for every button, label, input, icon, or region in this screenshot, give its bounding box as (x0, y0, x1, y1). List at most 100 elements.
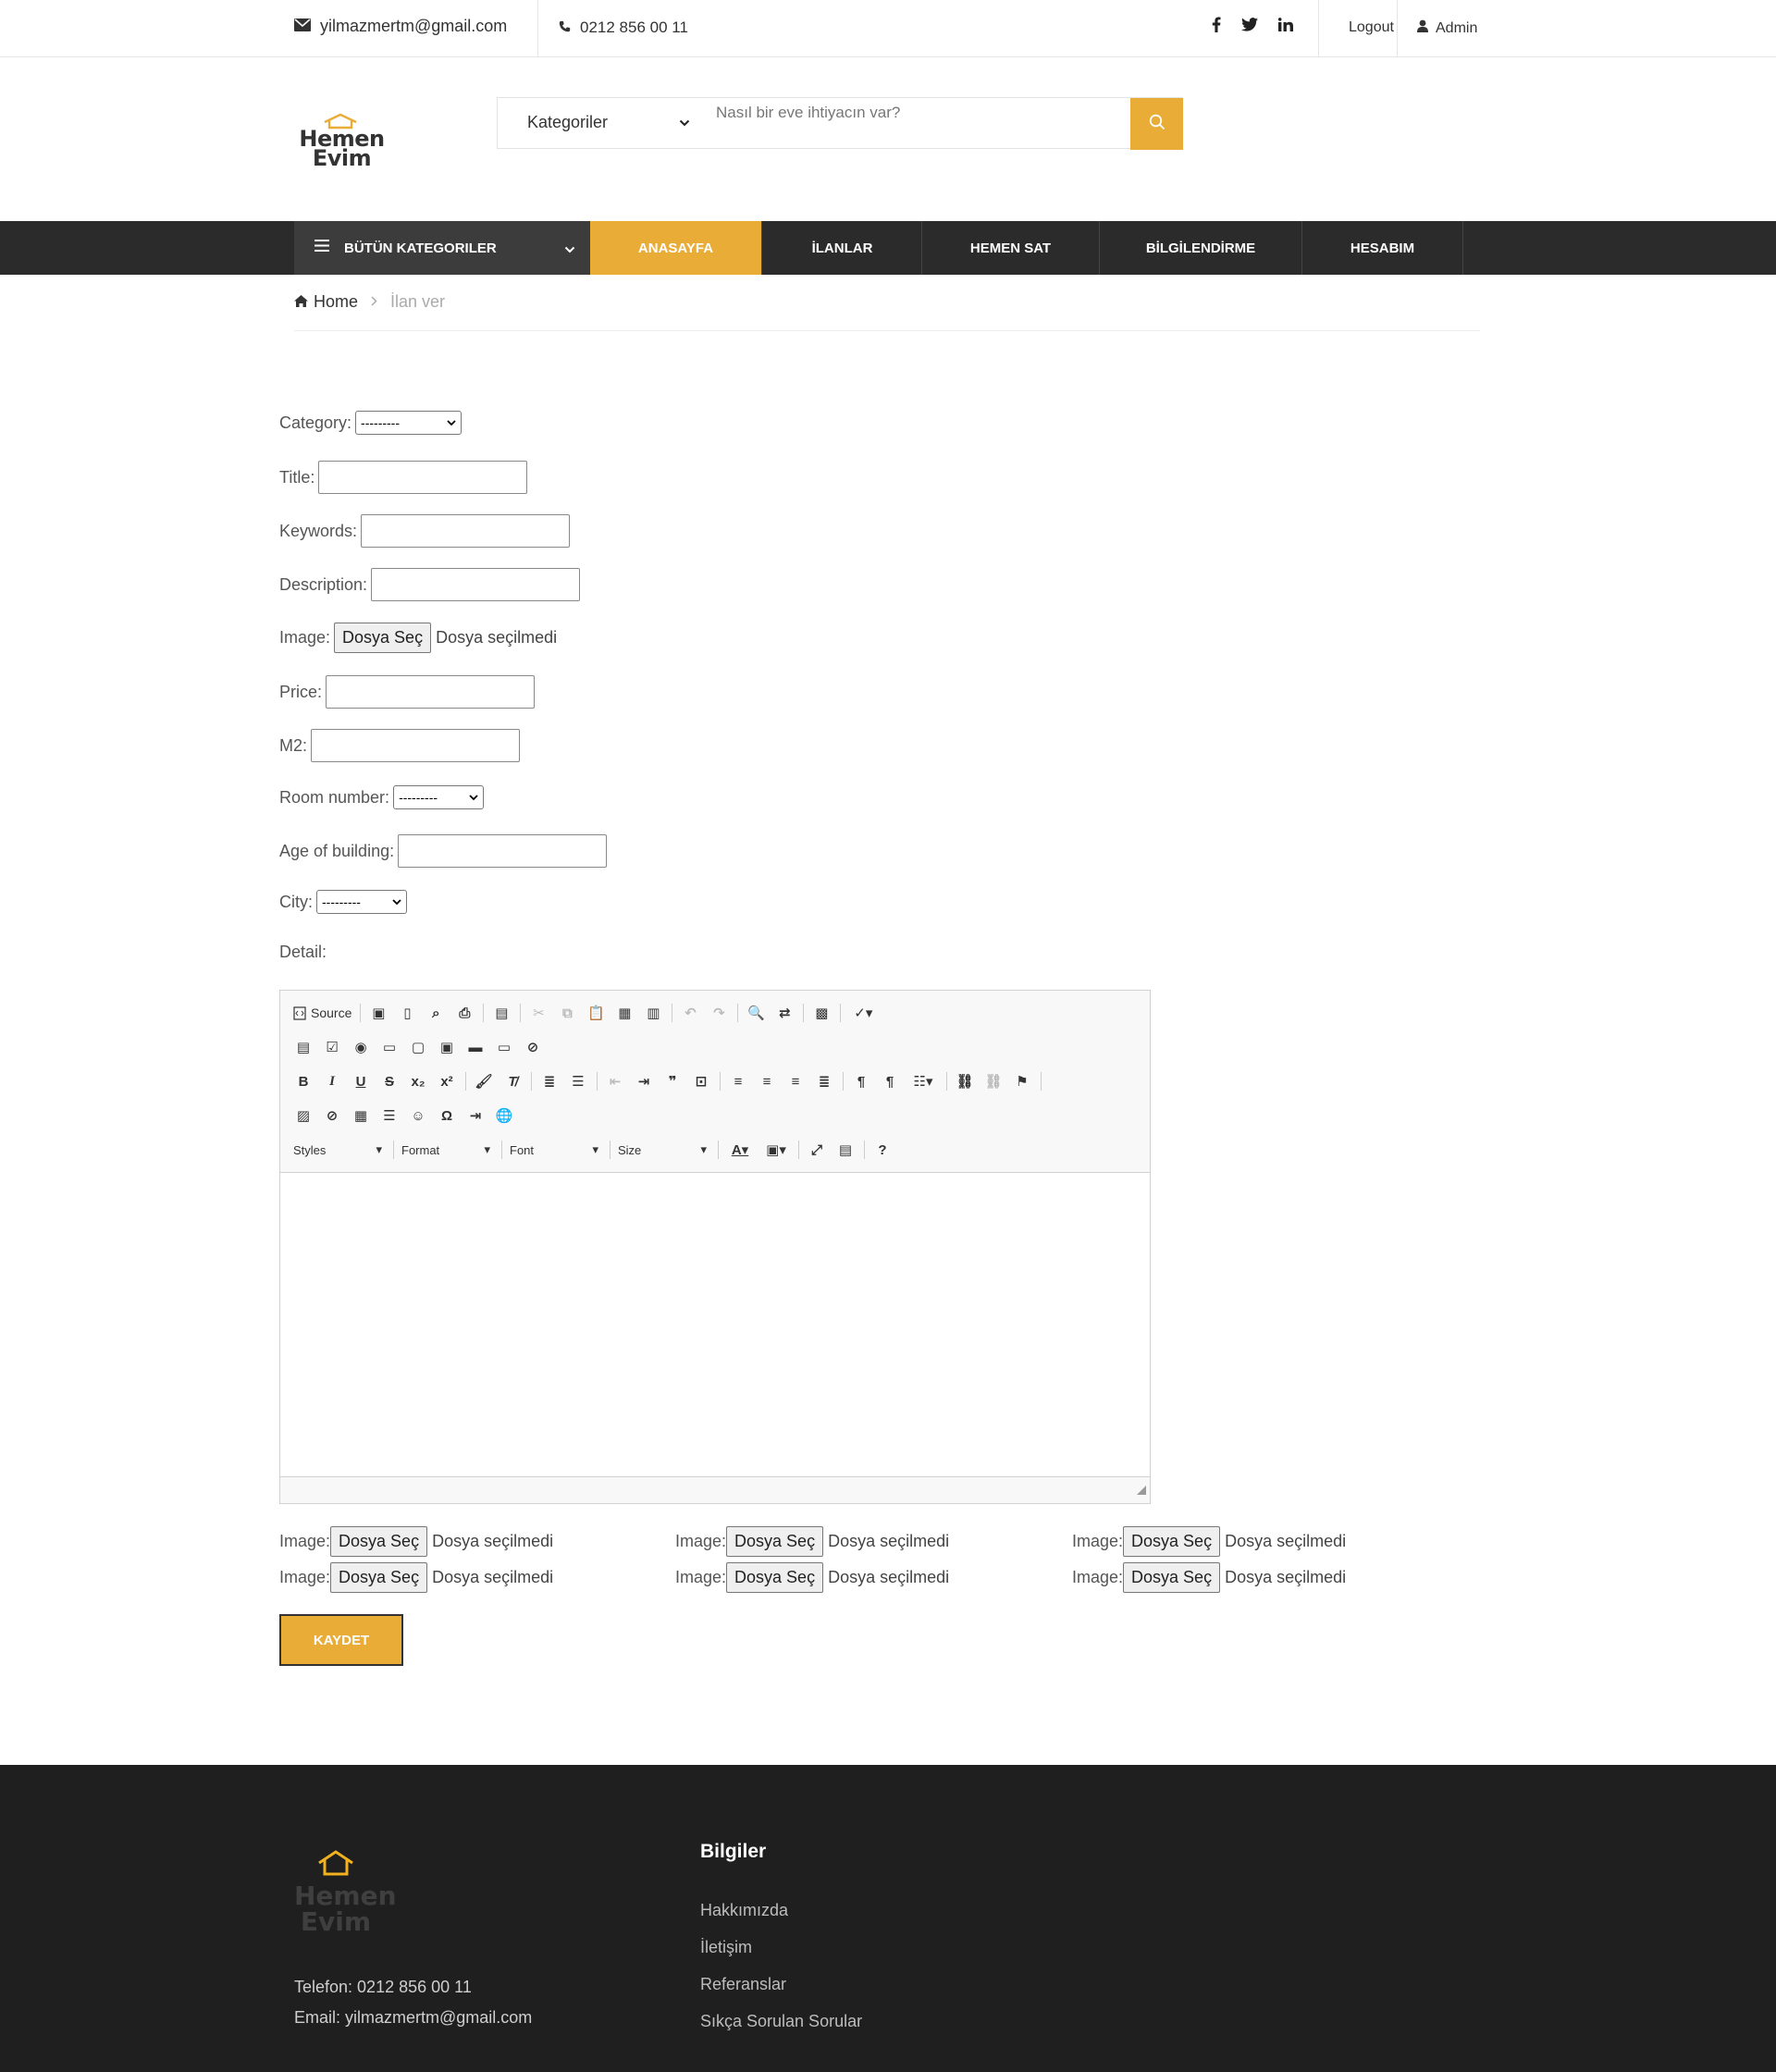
format-dropdown[interactable]: Format ▾ (401, 1142, 490, 1157)
room-select[interactable]: --------- (393, 785, 485, 809)
hidden-field-icon[interactable]: ⊘ (523, 1037, 543, 1057)
logout-link[interactable]: Logout (1349, 19, 1394, 36)
select-all-icon[interactable]: ▩ (811, 1003, 832, 1023)
text-color-icon[interactable]: A▾ (726, 1140, 754, 1160)
ltr-icon[interactable]: ¶ (851, 1071, 871, 1092)
file-choose-button[interactable]: Dosya Seç (1123, 1562, 1221, 1593)
spellcheck-icon[interactable]: ✓▾ (848, 1003, 878, 1023)
bulleted-list-icon[interactable]: ☰ (568, 1071, 588, 1092)
save-button[interactable]: KAYDET (279, 1614, 403, 1666)
italic-icon[interactable]: I (322, 1071, 342, 1092)
nav-item-anasayfa[interactable]: ANASAYFA (590, 221, 762, 275)
footer-logo[interactable]: Hemen Evim (294, 1850, 397, 1952)
footer-link-faq[interactable]: Sıkça Sorulan Sorular (700, 2012, 862, 2031)
align-right-icon[interactable]: ≡ (785, 1071, 806, 1092)
rtl-icon[interactable]: ¶ (880, 1071, 900, 1092)
find-icon[interactable]: 🔍 (746, 1003, 766, 1023)
styles-dropdown[interactable]: Styles ▾ (293, 1142, 382, 1157)
new-page-icon[interactable]: ▯ (397, 1003, 417, 1023)
linkedin-icon[interactable] (1277, 18, 1293, 36)
paste-text-icon[interactable]: ▦ (614, 1003, 635, 1023)
nav-item-ilanlar[interactable]: İLANLAR (763, 221, 922, 275)
select-field-icon[interactable]: ▣ (437, 1037, 457, 1057)
footer-link-about[interactable]: Hakkımızda (700, 1901, 788, 1920)
chevron-down-icon[interactable] (679, 115, 690, 131)
copy-format-icon[interactable]: 🖌 (474, 1071, 494, 1092)
footer-link-contact[interactable]: İletişim (700, 1938, 752, 1957)
twitter-icon[interactable] (1241, 18, 1258, 36)
form-icon[interactable]: ▤ (293, 1037, 314, 1057)
blockquote-icon[interactable]: ❞ (662, 1071, 683, 1092)
superscript-icon[interactable]: x² (437, 1071, 457, 1092)
numbered-list-icon[interactable]: ≣ (539, 1071, 560, 1092)
show-blocks-icon[interactable]: ▤ (835, 1140, 856, 1160)
nav-item-hemen-sat[interactable]: HEMEN SAT (922, 221, 1100, 275)
file-choose-button[interactable]: Dosya Seç (726, 1562, 824, 1593)
price-input[interactable] (326, 675, 536, 709)
search-input[interactable]: Nasıl bir eve ihtiyacın var? (716, 104, 900, 122)
nav-item-hesabim[interactable]: HESABIM (1302, 221, 1463, 275)
redo-icon[interactable]: ↷ (709, 1003, 729, 1023)
category-select[interactable]: Kategoriler (527, 113, 608, 132)
admin-link[interactable]: Admin (1417, 19, 1477, 37)
search-button[interactable] (1130, 98, 1183, 150)
top-email[interactable]: yilmazmertm@gmail.com (294, 17, 507, 36)
file-choose-button[interactable]: Dosya Seç (330, 1562, 428, 1593)
breadcrumb-home[interactable]: Home (294, 292, 358, 312)
outdent-icon[interactable]: ⇤ (605, 1071, 625, 1092)
flash-icon[interactable]: ⊘ (322, 1105, 342, 1126)
file-choose-button[interactable]: Dosya Seç (334, 623, 432, 653)
link-icon[interactable]: ⛓ (955, 1071, 975, 1092)
underline-icon[interactable]: U (351, 1071, 371, 1092)
help-icon[interactable]: ? (872, 1140, 893, 1160)
textfield-icon[interactable]: ▭ (379, 1037, 400, 1057)
site-logo[interactable]: Hemen Evim (298, 113, 386, 169)
font-dropdown[interactable]: Font ▾ (510, 1142, 598, 1157)
horizontal-line-icon[interactable]: ☰ (379, 1105, 400, 1126)
smiley-icon[interactable]: ☺ (408, 1105, 428, 1126)
age-input[interactable] (398, 834, 608, 868)
file-choose-button[interactable]: Dosya Seç (330, 1526, 428, 1557)
remove-format-icon[interactable]: T̸ (502, 1071, 523, 1092)
language-icon[interactable]: ☷▾ (908, 1071, 938, 1092)
anchor-flag-icon[interactable]: ⚑ (1012, 1071, 1032, 1092)
footer-link-references[interactable]: Referanslar (700, 1975, 786, 1994)
bold-icon[interactable]: B (293, 1071, 314, 1092)
editor-content-area[interactable] (280, 1172, 1150, 1477)
nav-item-bilgilendirme[interactable]: BİLGİLENDİRME (1100, 221, 1302, 275)
resize-handle-icon[interactable] (1137, 1483, 1146, 1499)
title-input[interactable] (318, 461, 528, 494)
unlink-icon[interactable]: ⛓ (983, 1071, 1004, 1092)
special-char-icon[interactable]: Ω (437, 1105, 457, 1126)
indent-icon[interactable]: ⇥ (634, 1071, 654, 1092)
file-choose-button[interactable]: Dosya Seç (1123, 1526, 1221, 1557)
preview-icon[interactable]: ⌕ (426, 1003, 446, 1023)
size-dropdown[interactable]: Size ▾ (618, 1142, 707, 1157)
description-input[interactable] (371, 568, 581, 601)
iframe-icon[interactable]: 🌐 (494, 1105, 514, 1126)
bg-color-icon[interactable]: ▣▾ (762, 1140, 790, 1160)
div-container-icon[interactable]: ⊡ (691, 1071, 711, 1092)
copy-icon[interactable]: ⧉ (557, 1003, 577, 1023)
print-icon[interactable]: ⎙ (454, 1003, 475, 1023)
align-center-icon[interactable]: ≡ (757, 1071, 777, 1092)
source-button[interactable]: Source (293, 1003, 352, 1023)
maximize-icon[interactable]: ⤢ (807, 1140, 827, 1160)
textarea-icon[interactable]: ▢ (408, 1037, 428, 1057)
city-select[interactable]: --------- (316, 890, 407, 914)
m2-input[interactable] (311, 729, 521, 762)
paste-word-icon[interactable]: ▥ (643, 1003, 663, 1023)
align-left-icon[interactable]: ≡ (728, 1071, 748, 1092)
top-phone[interactable]: 0212 856 00 11 (559, 18, 688, 37)
table-icon[interactable]: ▦ (351, 1105, 371, 1126)
button-field-icon[interactable]: ▬ (465, 1037, 486, 1057)
undo-icon[interactable]: ↶ (680, 1003, 700, 1023)
strike-icon[interactable]: S (379, 1071, 400, 1092)
cut-icon[interactable]: ✂ (528, 1003, 549, 1023)
category-select[interactable]: --------- (355, 411, 462, 435)
align-justify-icon[interactable]: ≣ (814, 1071, 834, 1092)
save-icon[interactable]: ▣ (368, 1003, 388, 1023)
image-icon[interactable]: ▨ (293, 1105, 314, 1126)
templates-icon[interactable]: ▤ (491, 1003, 512, 1023)
checkbox-icon[interactable]: ☑ (322, 1037, 342, 1057)
